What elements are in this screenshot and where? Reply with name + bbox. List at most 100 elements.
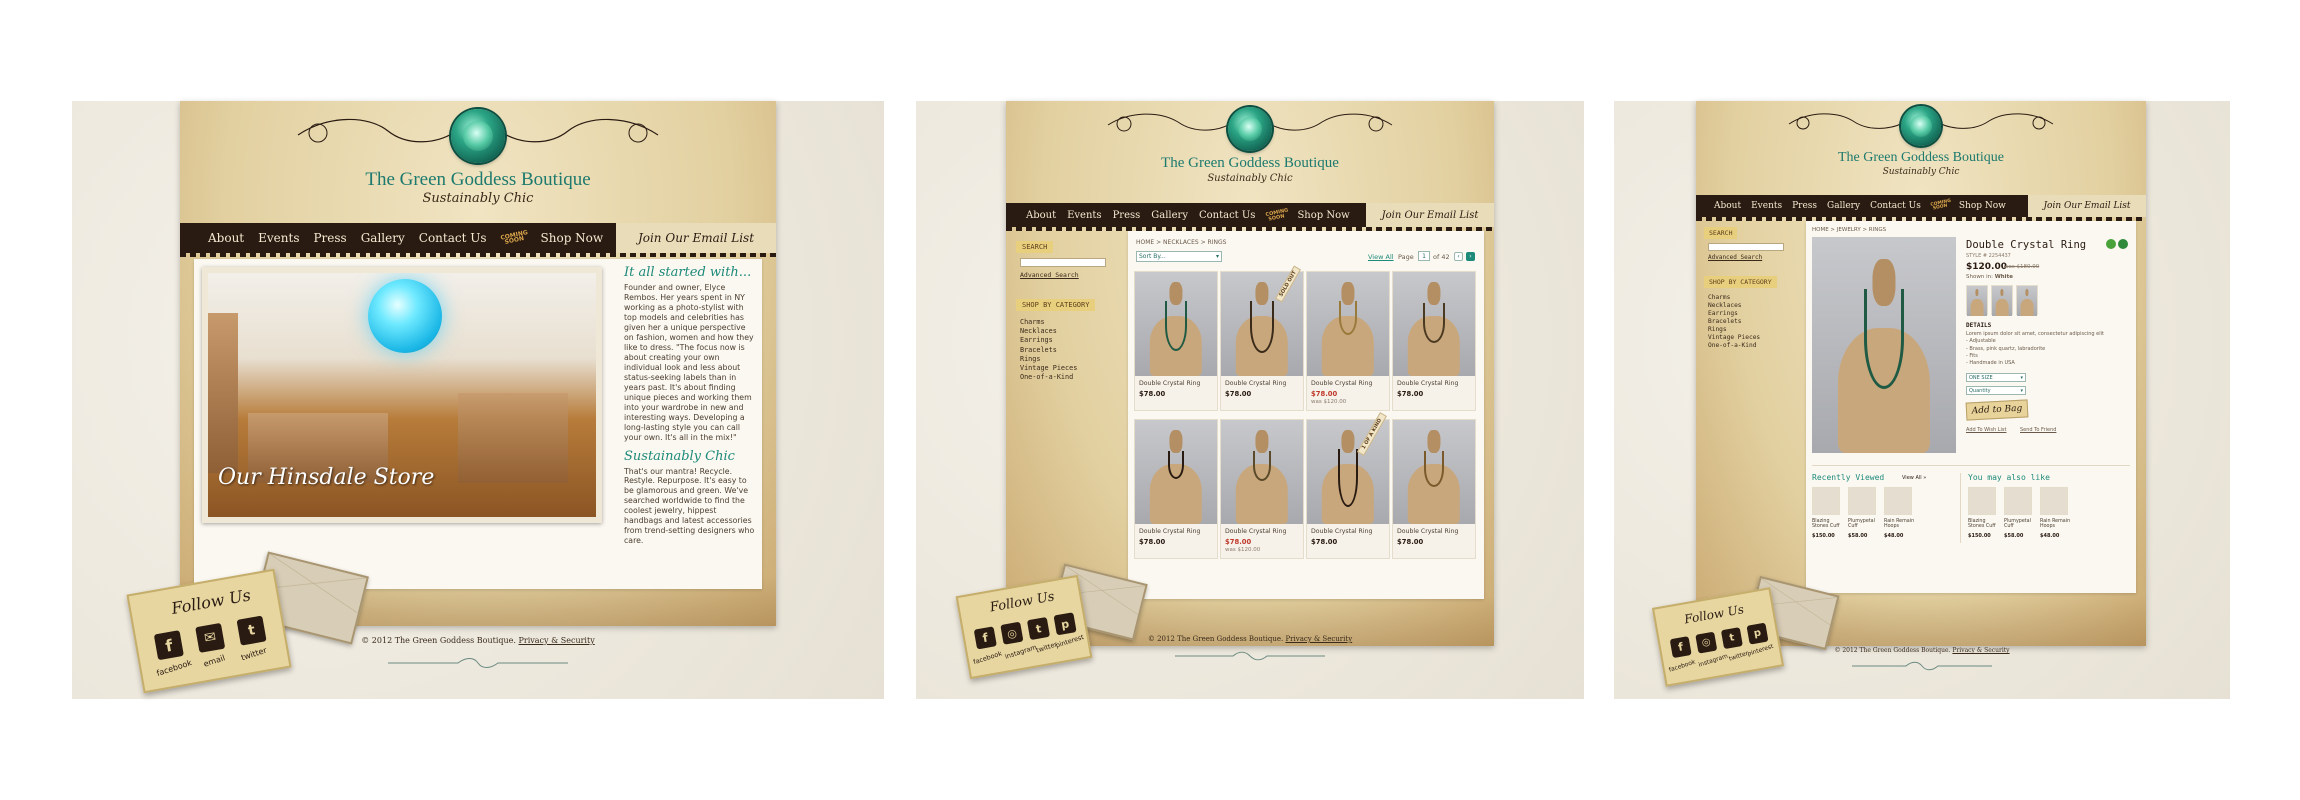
recent-name[interactable]: Blazing Stones Cuff [1812,519,1844,530]
view-all-link[interactable]: View All [1368,253,1394,261]
product-image[interactable] [1307,420,1389,524]
recent-view-all[interactable]: View All » [1902,475,1926,481]
nav-events[interactable]: Events [1067,210,1101,221]
category-necklaces[interactable]: Necklaces [1708,302,1800,310]
also-name[interactable]: Rain Remain Hoops [2040,519,2074,530]
category-bracelets[interactable]: Bracelets [1020,346,1122,355]
nav-about[interactable]: About [1714,201,1741,211]
product-image[interactable] [1135,272,1217,376]
also-thumb[interactable] [1968,487,1996,515]
add-to-bag-button[interactable]: Add to Bag [1965,399,2029,421]
product-card[interactable]: Double Crystal Ring $78.00 [1392,271,1476,411]
brand-name[interactable]: The Green Goddess Boutique [1696,150,2146,166]
product-name[interactable]: Double Crystal Ring [1225,380,1286,387]
recent-thumb[interactable] [1812,487,1840,515]
instagram-icon[interactable]: ◎ [1695,631,1718,654]
recent-name[interactable]: Plumypetal Cuff [1848,519,1882,530]
product-name[interactable]: Double Crystal Ring [1311,528,1372,535]
send-friend-link[interactable]: Send To Friend [2020,427,2056,433]
product-image[interactable] [1393,272,1475,376]
thumbnail[interactable] [1991,285,2013,316]
twitter-icon[interactable]: t [1720,627,1743,650]
email-list-tab[interactable]: Join Our Email List [1366,203,1494,227]
nav-events[interactable]: Events [1751,201,1782,211]
twitter-icon[interactable]: t [1026,616,1051,641]
category-charms[interactable]: Charms [1020,318,1122,327]
product-name[interactable]: Double Crystal Ring [1139,528,1200,535]
facebook-icon[interactable]: f [1669,636,1692,659]
product-name[interactable]: Double Crystal Ring [1397,528,1458,535]
advanced-search-link[interactable]: Advanced Search [1708,254,1800,261]
search-input[interactable] [1020,258,1106,267]
recent-thumb[interactable] [1848,487,1876,515]
privacy-link[interactable]: Privacy & Security [1952,647,2009,654]
email-list-tab[interactable]: Join Our Email List [2028,195,2146,217]
category-vintage[interactable]: Vintage Pieces [1708,334,1800,342]
category-one-of-a-kind[interactable]: One-of-a-Kind [1020,373,1122,382]
category-one-of-a-kind[interactable]: One-of-a-Kind [1708,342,1800,350]
product-name[interactable]: Double Crystal Ring [1225,528,1286,535]
also-name[interactable]: Blazing Stones Cuff [1968,519,2000,530]
product-name[interactable]: Double Crystal Ring [1397,380,1458,387]
privacy-link[interactable]: Privacy & Security [519,636,595,645]
email-list-tab[interactable]: Join Our Email List [616,223,776,253]
instagram-icon[interactable]: ◎ [1000,621,1024,645]
product-card[interactable]: Double Crystal Ring $78.00 [1134,419,1218,559]
product-main-image[interactable] [1812,237,1956,453]
product-card[interactable]: 1 OF A KIND Double Crystal Ring $78.00 [1306,412,1390,559]
product-image[interactable] [1135,420,1217,524]
nav-press[interactable]: Press [1792,201,1817,211]
nav-gallery[interactable]: Gallery [1151,210,1188,221]
category-bracelets[interactable]: Bracelets [1708,318,1800,326]
thumbnail[interactable] [2016,285,2038,316]
page-input[interactable]: 1 [1418,251,1430,261]
product-name[interactable]: Double Crystal Ring [1311,380,1372,387]
nav-shop[interactable]: Shop Now [1959,201,2006,211]
nav-about[interactable]: About [208,231,244,245]
facebook-icon[interactable]: f [153,630,184,661]
product-image[interactable] [1307,272,1389,376]
product-card[interactable]: Double Crystal Ring $78.00 [1134,271,1218,411]
privacy-link[interactable]: Privacy & Security [1285,635,1352,643]
category-earrings[interactable]: Earrings [1708,310,1800,318]
product-image[interactable] [1221,272,1303,376]
category-vintage[interactable]: Vintage Pieces [1020,364,1122,373]
size-select[interactable]: ONE SIZE ▾ [1966,373,2026,382]
email-icon[interactable]: ✉ [195,622,226,653]
also-thumb[interactable] [2040,487,2068,515]
nav-press[interactable]: Press [1113,210,1141,221]
category-rings[interactable]: Rings [1020,355,1122,364]
pinterest-icon[interactable]: p [1746,622,1769,645]
also-name[interactable]: Plumypetal Cuff [2004,519,2038,530]
search-input[interactable] [1708,243,1784,251]
prev-page-button[interactable]: ‹ [1454,252,1463,261]
nav-about[interactable]: About [1026,210,1056,221]
nav-gallery[interactable]: Gallery [361,231,405,245]
thumbnail[interactable] [1966,285,1988,316]
facebook-icon[interactable]: f [973,626,997,650]
product-card[interactable]: Double Crystal Ring $78.00 was $120.00 [1220,419,1304,559]
nav-shop[interactable]: Shop Now [1297,210,1349,221]
twitter-icon[interactable]: t [236,615,267,646]
sort-select[interactable]: Sort By... ▾ [1136,251,1222,262]
add-wish-link[interactable]: Add To Wish List [1966,427,2006,433]
product-card[interactable]: Double Crystal Ring $78.00 [1392,419,1476,559]
category-charms[interactable]: Charms [1708,294,1800,302]
product-name[interactable]: Double Crystal Ring [1139,380,1200,387]
pinterest-icon[interactable]: p [1053,612,1077,636]
nav-contact[interactable]: Contact Us [1199,210,1255,221]
nav-contact[interactable]: Contact Us [419,231,487,245]
quantity-select[interactable]: Quantity ▾ [1966,386,2026,395]
category-necklaces[interactable]: Necklaces [1020,327,1122,336]
category-earrings[interactable]: Earrings [1020,336,1122,345]
product-card[interactable]: SOLD OUT Double Crystal Ring $78.00 [1220,265,1304,411]
recent-name[interactable]: Rain Remain Hoops [1884,519,1918,530]
product-card[interactable]: Double Crystal Ring $78.00 was $120.00 [1306,271,1390,411]
nav-contact[interactable]: Contact Us [1870,201,1921,211]
nav-shop[interactable]: Shop Now [541,231,604,245]
product-image[interactable] [1393,420,1475,524]
next-page-button[interactable]: › [1466,252,1475,261]
also-thumb[interactable] [2004,487,2032,515]
nav-gallery[interactable]: Gallery [1827,201,1860,211]
advanced-search-link[interactable]: Advanced Search [1020,271,1122,279]
